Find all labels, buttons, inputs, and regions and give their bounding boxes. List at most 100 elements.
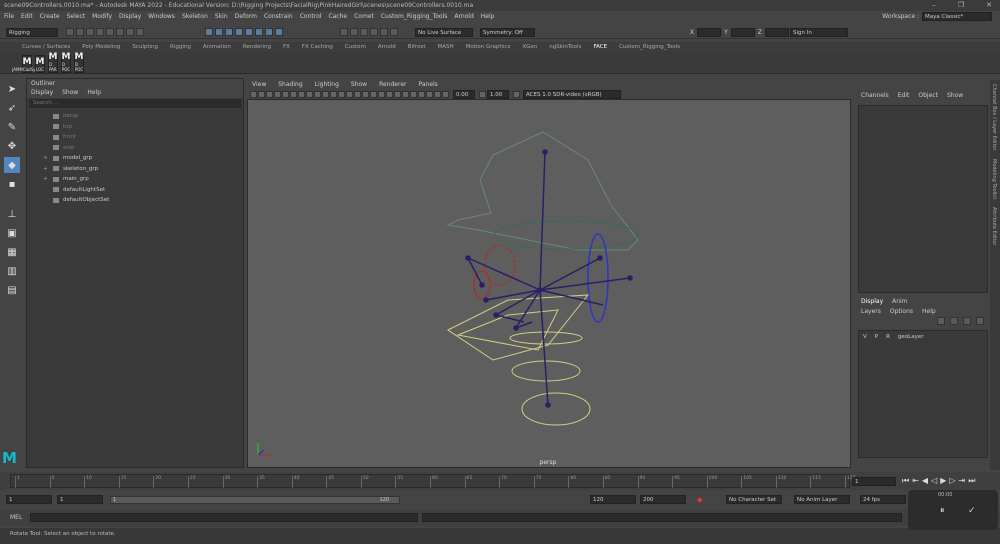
exposure-icon[interactable] bbox=[442, 90, 449, 98]
layer-tab-display[interactable]: Display bbox=[861, 298, 883, 306]
menu-control[interactable]: Control bbox=[300, 13, 322, 20]
menu-file[interactable]: File bbox=[4, 13, 14, 20]
layer-tab-anim[interactable]: Anim bbox=[892, 298, 907, 306]
snap-point-icon[interactable] bbox=[225, 28, 233, 36]
viewport-menu-shading[interactable]: Shading bbox=[278, 81, 302, 88]
expand-icon[interactable]: + bbox=[43, 155, 49, 161]
check-icon[interactable]: ✓ bbox=[968, 506, 976, 516]
outliner-item[interactable]: side bbox=[27, 143, 243, 154]
outliner-item[interactable]: persp bbox=[27, 111, 243, 122]
expand-icon[interactable]: + bbox=[43, 166, 49, 172]
step-back-key-icon[interactable]: ⇤ bbox=[912, 476, 919, 486]
aa-icon[interactable] bbox=[394, 90, 401, 98]
viewport-menu-lighting[interactable]: Lighting bbox=[315, 81, 339, 88]
move-up-icon[interactable] bbox=[963, 317, 971, 325]
xray-active-icon[interactable] bbox=[434, 90, 441, 98]
menuset-dropdown[interactable]: Rigging bbox=[6, 28, 58, 37]
new-layer-icon[interactable] bbox=[937, 317, 945, 325]
snap-live-icon[interactable] bbox=[255, 28, 263, 36]
play-icon[interactable]: ▶ bbox=[940, 476, 946, 486]
two-pane-icon[interactable]: ▥ bbox=[4, 263, 20, 279]
outliner-layout-icon[interactable]: ▤ bbox=[4, 282, 20, 298]
character-set-dropdown[interactable]: No Character Set bbox=[726, 495, 782, 504]
end-frame-field[interactable]: 200 bbox=[640, 495, 686, 504]
viewport-menu-renderer[interactable]: Renderer bbox=[379, 81, 406, 88]
four-pane-icon[interactable]: ▦ bbox=[4, 244, 20, 260]
lights-icon[interactable] bbox=[362, 90, 369, 98]
safe-action-icon[interactable] bbox=[322, 90, 329, 98]
rotate-tool-icon[interactable]: ◆ bbox=[4, 157, 20, 173]
layer-row[interactable]: V P R geoLayer bbox=[859, 331, 987, 343]
bookmark-icon[interactable] bbox=[266, 90, 273, 98]
menu-constrain[interactable]: Constrain bbox=[264, 13, 293, 20]
camera-icon[interactable] bbox=[250, 90, 257, 98]
dof-icon[interactable] bbox=[402, 90, 409, 98]
outliner-item[interactable]: + skeleton_grp bbox=[27, 164, 243, 175]
smooth-shade-icon[interactable] bbox=[346, 90, 353, 98]
gamma-field[interactable]: 1.00 bbox=[487, 89, 509, 99]
shelf-tab-custom[interactable]: Custom bbox=[345, 44, 366, 50]
close-icon[interactable]: ✕ bbox=[986, 1, 992, 9]
gamma-icon[interactable] bbox=[479, 90, 486, 98]
outliner-item[interactable]: + main_grp bbox=[27, 174, 243, 185]
snap-plane-icon[interactable] bbox=[235, 28, 243, 36]
layer-playback[interactable]: P bbox=[875, 334, 878, 340]
inner-end-field[interactable]: 120 bbox=[590, 495, 636, 504]
open-scene-icon[interactable] bbox=[76, 28, 84, 36]
resolution-gate-icon[interactable] bbox=[298, 90, 305, 98]
step-forward-key-icon[interactable]: ⇥ bbox=[959, 476, 966, 486]
viewport-menu-show[interactable]: Show bbox=[351, 81, 367, 88]
snap-grid-icon[interactable] bbox=[205, 28, 213, 36]
live-surface-field[interactable]: No Live Surface bbox=[415, 28, 473, 37]
select-component-icon[interactable] bbox=[136, 28, 144, 36]
history-icon[interactable] bbox=[340, 28, 348, 36]
camera-attr-icon[interactable] bbox=[258, 90, 265, 98]
outliner-menu-help[interactable]: Help bbox=[87, 89, 101, 97]
snap-surface-icon[interactable] bbox=[245, 28, 253, 36]
shelf-tab-custom-rigging-tools[interactable]: Custom_Rigging_Tools bbox=[619, 44, 680, 50]
go-end-icon[interactable]: ⏭ bbox=[968, 476, 975, 486]
shelf-button[interactable]: M JAMMCadSymF bbox=[12, 55, 42, 73]
channel-menu-edit[interactable]: Edit bbox=[898, 92, 910, 100]
new-layer-selected-icon[interactable] bbox=[950, 317, 958, 325]
render-icon[interactable] bbox=[350, 28, 358, 36]
symmetry-dropdown[interactable]: Symmetry: Off bbox=[480, 28, 535, 37]
last-tool-icon[interactable]: ⊥ bbox=[4, 206, 20, 222]
pause-icon[interactable]: ⏸ bbox=[940, 506, 945, 516]
shelf-tab-ngskintools[interactable]: ngSkinTools bbox=[549, 44, 581, 50]
film-gate-icon[interactable] bbox=[290, 90, 297, 98]
menu-skeleton[interactable]: Skeleton bbox=[182, 13, 208, 20]
shelf-tab-rigging[interactable]: Rigging bbox=[170, 44, 191, 50]
layer-visible[interactable]: V bbox=[863, 334, 867, 340]
hypershade-icon[interactable] bbox=[380, 28, 388, 36]
range-bar[interactable]: 1 120 bbox=[110, 496, 400, 504]
sign-in-button[interactable]: Sign In bbox=[790, 28, 848, 37]
layer-menu-layers[interactable]: Layers bbox=[861, 308, 881, 316]
channel-menu-channels[interactable]: Channels bbox=[861, 92, 889, 100]
scale-tool-icon[interactable]: ▪ bbox=[4, 176, 20, 192]
inner-start-field[interactable]: 1 bbox=[57, 495, 103, 504]
jaw-control-curve[interactable] bbox=[493, 220, 639, 250]
gate-mask-icon[interactable] bbox=[306, 90, 313, 98]
auto-key-icon[interactable]: ⬥ bbox=[697, 495, 703, 505]
command-input[interactable] bbox=[30, 513, 418, 522]
shelf-tab-face[interactable]: FACE bbox=[593, 44, 607, 50]
menu-deform[interactable]: Deform bbox=[235, 13, 257, 20]
layer-menu-options[interactable]: Options bbox=[890, 308, 913, 316]
outliner-item[interactable]: top bbox=[27, 122, 243, 133]
outliner-menu-display[interactable]: Display bbox=[31, 89, 53, 97]
shelf-tab-animation[interactable]: Animation bbox=[203, 44, 231, 50]
side-tab[interactable]: Attribute Editor bbox=[990, 203, 998, 249]
redo-icon[interactable] bbox=[106, 28, 114, 36]
color-management-icon[interactable] bbox=[513, 90, 520, 98]
side-tab[interactable]: Modeling Toolkit bbox=[990, 155, 998, 203]
step-back-icon[interactable]: ◀ bbox=[922, 476, 928, 486]
menu-windows[interactable]: Windows bbox=[148, 13, 175, 20]
perspective-viewport[interactable]: persp bbox=[247, 99, 851, 468]
texture-icon[interactable] bbox=[354, 90, 361, 98]
select-tool-icon[interactable]: ➤ bbox=[4, 81, 20, 97]
fps-dropdown[interactable]: 24 fps bbox=[860, 495, 906, 504]
lasso-tool-icon[interactable]: ➶ bbox=[4, 100, 20, 116]
shelf-button[interactable]: MD POC bbox=[74, 53, 84, 73]
render-settings-icon[interactable] bbox=[370, 28, 378, 36]
